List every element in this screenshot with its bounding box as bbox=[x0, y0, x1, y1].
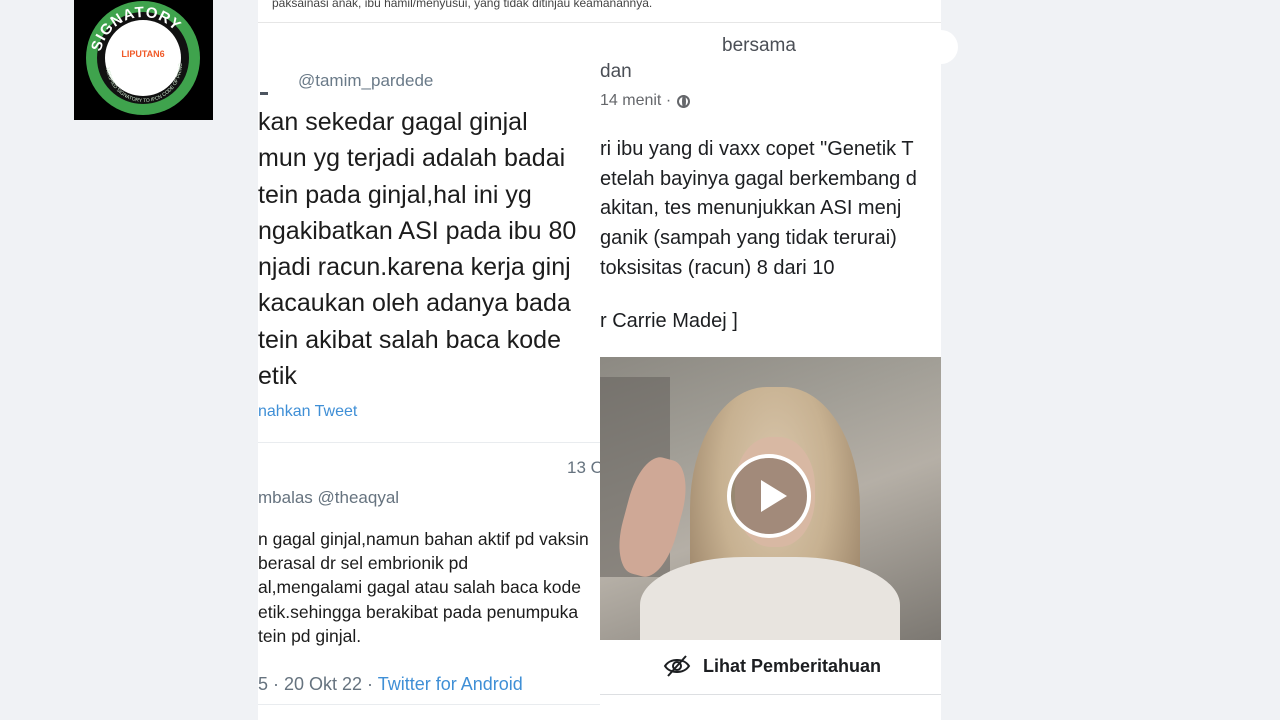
tweet-mark bbox=[260, 92, 268, 95]
signatory-badge-graphic: SIGNATORY VERIFIED SIGNATORY TO IFCN COD… bbox=[74, 0, 200, 115]
translate-tweet-link[interactable]: nahkan Tweet bbox=[258, 403, 357, 421]
eye-slash-icon bbox=[663, 655, 691, 677]
tweet-handle[interactable]: @tamim_pardede bbox=[298, 71, 433, 91]
divider bbox=[600, 694, 941, 695]
previous-post-text: paksainasi anak, ibu hamil/menyusui, yan… bbox=[272, 0, 653, 10]
tweet-line: etik bbox=[258, 362, 297, 391]
post-time-label: 14 menit · bbox=[600, 92, 672, 109]
reply-line: al,mengalami gagal atau salah baca kode bbox=[258, 577, 581, 598]
post-with-text: bersama bbox=[722, 35, 796, 56]
tweet-line: mun yg terjadi adalah badai bbox=[258, 144, 566, 173]
post-credit: r Carrie Madej ] bbox=[600, 310, 738, 332]
divider bbox=[258, 704, 600, 705]
play-button[interactable] bbox=[727, 454, 811, 538]
facebook-post: bersama dan 14 menit · ri ibu yang di va… bbox=[600, 24, 941, 720]
badge-logo-text: LIPUTAN6 bbox=[121, 49, 164, 59]
post-and-text: dan bbox=[600, 61, 632, 82]
replying-to[interactable]: mbalas @theaqyal bbox=[258, 488, 399, 508]
tweet-timestamp: 5 · 20 Okt 22 · bbox=[258, 674, 378, 694]
tweet-footer: 5 · 20 Okt 22 · Twitter for Android bbox=[258, 674, 523, 695]
reply-line: n gagal ginjal,namun bahan aktif pd vaks… bbox=[258, 529, 589, 549]
tweet-line: kacaukan oleh adanya bada bbox=[258, 289, 571, 318]
screenshot-collage: paksainasi anak, ibu hamil/menyusui, yan… bbox=[258, 0, 941, 720]
tweet-screenshot: @tamim_pardede kan sekedar gagal ginjal … bbox=[258, 24, 600, 720]
post-body: ri ibu yang di vaxx copet "Genetik T ete… bbox=[600, 135, 941, 284]
see-notice-label: Lihat Pemberitahuan bbox=[703, 655, 882, 676]
tweet-line: tein akibat salah baca kode bbox=[258, 325, 561, 354]
tweet-line: kan sekedar gagal ginjal bbox=[258, 108, 528, 136]
tweet-line: ngakibatkan ASI pada ibu 80 bbox=[258, 216, 577, 245]
post-line: etelah bayinya gagal berkembang d bbox=[600, 167, 917, 190]
redaction-blur bbox=[258, 450, 328, 480]
play-icon bbox=[761, 480, 787, 512]
tweet-line: njadi racun.karena kerja ginj bbox=[258, 253, 571, 282]
previous-post-strip: paksainasi anak, ibu hamil/menyusui, yan… bbox=[258, 0, 941, 23]
video-figure-shirt bbox=[640, 557, 900, 640]
reply-line: etik.sehingga berakibat pada penumpuka bbox=[258, 601, 579, 622]
reply-body: n gagal ginjal,namun bahan aktif pd vaks… bbox=[258, 527, 600, 648]
tweet-source-link[interactable]: Twitter for Android bbox=[378, 674, 523, 694]
reply-line: tein pd ginjal. bbox=[258, 625, 362, 646]
post-line: ganik (sampah yang tidak terurai) bbox=[600, 227, 897, 250]
post-time[interactable]: 14 menit · bbox=[600, 92, 691, 110]
post-line: toksisitas (racun) 8 dari 10 bbox=[600, 256, 835, 279]
tweet-body: kan sekedar gagal ginjal mun yg terjadi … bbox=[258, 104, 600, 394]
redaction-blur bbox=[826, 30, 958, 64]
divider bbox=[258, 442, 600, 443]
tweet-line: tein pada ginjal,hal ini yg bbox=[258, 180, 532, 209]
reply-line: berasal dr sel embrionik pd bbox=[258, 553, 469, 574]
video-thumbnail[interactable] bbox=[600, 357, 941, 640]
signatory-badge: SIGNATORY VERIFIED SIGNATORY TO IFCN COD… bbox=[74, 0, 213, 120]
reply-date: 13 O bbox=[567, 458, 600, 477]
see-notice-button[interactable]: Lihat Pemberitahuan bbox=[663, 654, 881, 678]
post-line: akitan, tes menunjukkan ASI menj bbox=[600, 197, 902, 220]
globe-icon bbox=[677, 94, 691, 108]
post-line: ri ibu yang di vaxx copet "Genetik T bbox=[600, 138, 914, 160]
